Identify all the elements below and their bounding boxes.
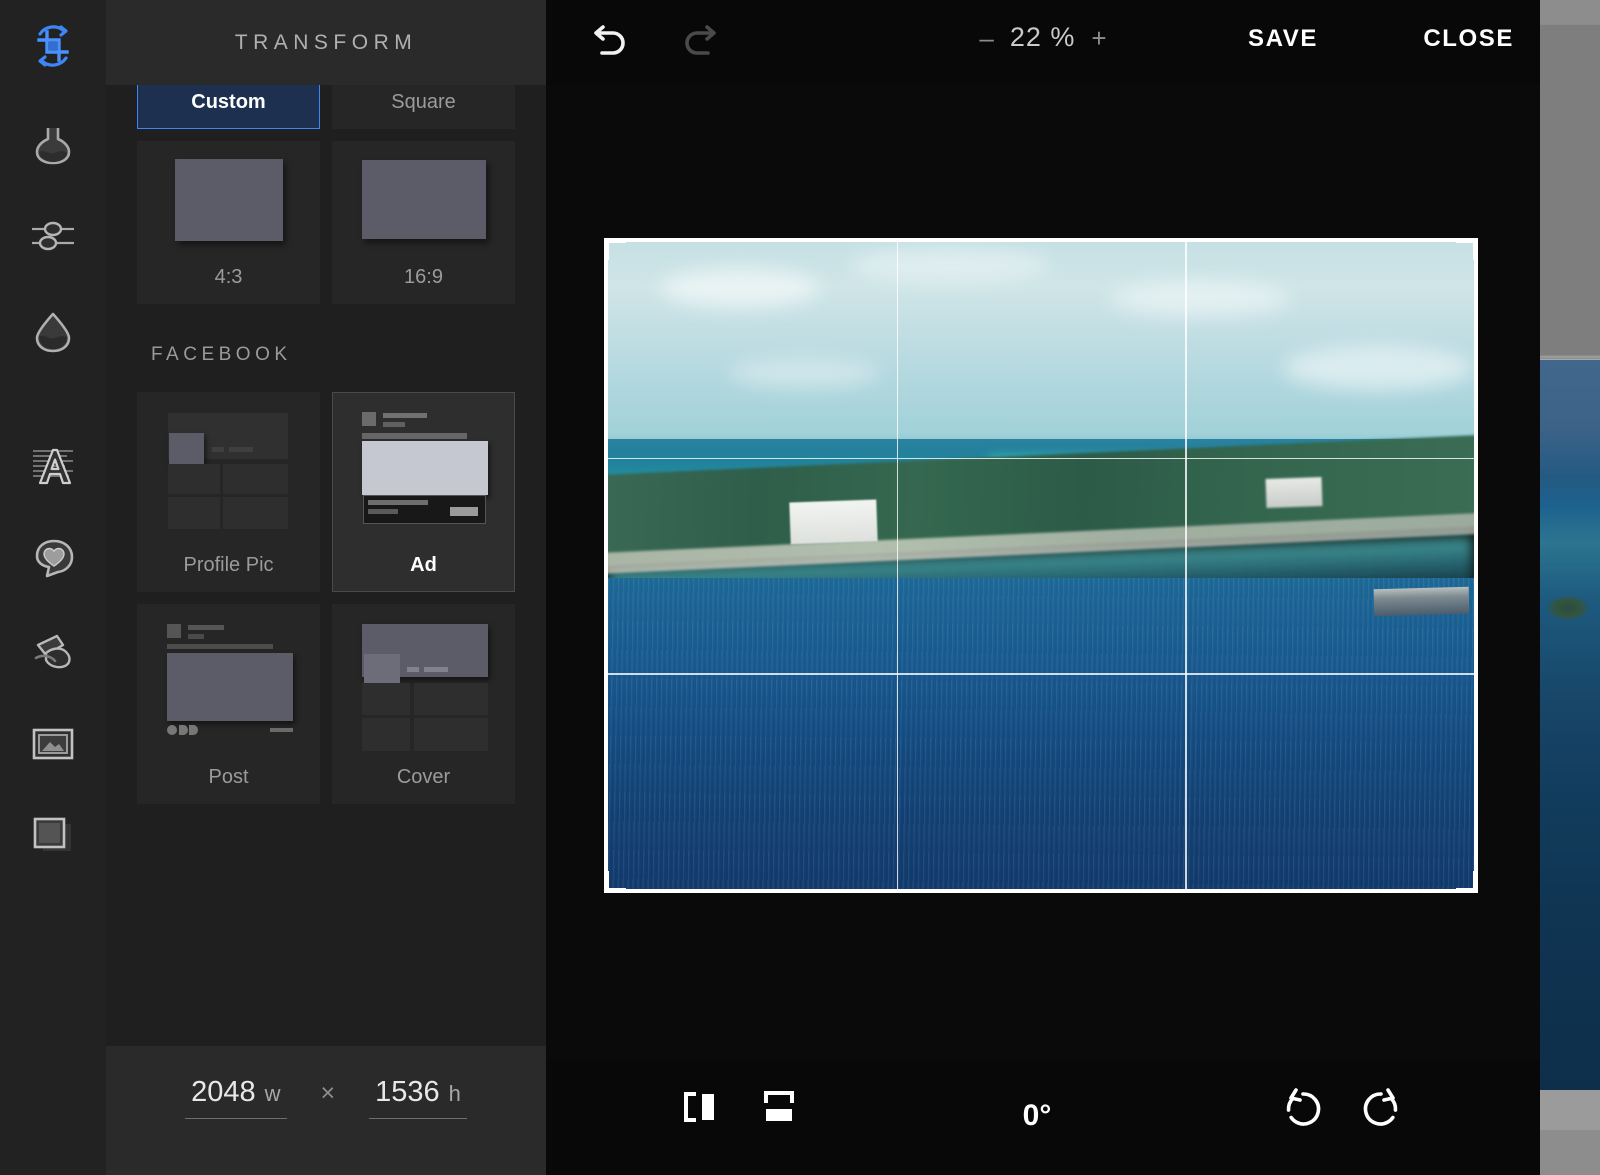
preset-tile-custom[interactable]: Custom [137, 85, 320, 129]
width-value: 2048 [191, 1076, 256, 1108]
save-button[interactable]: SAVE [1248, 25, 1318, 53]
crop-handle-top-left[interactable] [604, 238, 626, 260]
width-input[interactable]: 2048 w [185, 1076, 287, 1119]
tool-rail-item-text[interactable] [0, 420, 106, 512]
flip-vertical-icon [758, 1086, 800, 1133]
crop-handle-bottom-left[interactable] [604, 871, 626, 893]
background-photo-sliver [1540, 360, 1600, 1090]
overlay-square-icon [27, 808, 79, 860]
height-value: 1536 [375, 1076, 440, 1108]
tool-rail-item-effects[interactable] [0, 98, 106, 190]
preset-tile-label: Profile Pic [183, 554, 274, 576]
fb-ad-thumb [333, 393, 514, 545]
zoom-control: – 22 % + [546, 22, 1540, 53]
flip-horizontal-icon [680, 1086, 722, 1133]
preset-tile-ad[interactable]: Ad [332, 392, 515, 592]
zoom-in-button[interactable]: + [1091, 25, 1106, 51]
fb-post-thumb [138, 605, 319, 757]
rotate-counterclockwise-icon [1280, 1086, 1326, 1137]
sticker-heart-icon [27, 532, 79, 584]
preset-tile-16-9[interactable]: 16:9 [332, 141, 515, 304]
bottom-toolbar: 0° [546, 1060, 1540, 1175]
preset-tile-square[interactable]: Square [332, 85, 515, 129]
facebook-section-title: FACEBOOK [151, 344, 292, 365]
height-input[interactable]: 1536 h [369, 1076, 467, 1119]
panel-title: TRANSFORM [234, 30, 418, 54]
background-photo-trees [1540, 588, 1600, 634]
tool-rail-item-color[interactable] [0, 285, 106, 377]
adjustments-sliders-icon [27, 210, 79, 262]
crop-handle-top-right[interactable] [1456, 238, 1478, 260]
preset-tile-label: Custom [191, 91, 266, 113]
tool-rail-item-frame[interactable] [0, 697, 106, 789]
ratio-4-3-thumb [138, 142, 319, 257]
tool-rail-item-adjust[interactable] [0, 190, 106, 282]
tool-rail [0, 0, 106, 1175]
ratio-preset-grid: Custom Square 4:3 16:9 [106, 85, 546, 304]
flip-horizontal-button[interactable] [680, 1086, 722, 1133]
dimension-separator: × [320, 1078, 336, 1107]
rotation-dial[interactable]: 0° [816, 1099, 1236, 1132]
frame-icon [27, 717, 79, 769]
rotate-clockwise-button[interactable] [1358, 1086, 1404, 1137]
transform-panel: TRANSFORM Custom Square 4:3 16:9 FACEBOO… [106, 0, 643, 1175]
preset-list-scroll-area[interactable]: Custom Square 4:3 16:9 FACEBOOK Profile … [106, 85, 546, 1046]
crop-frame[interactable] [604, 238, 1478, 893]
preset-tile-label: Post [208, 766, 249, 788]
rotation-angle-value: 0° [1022, 1099, 1052, 1132]
zoom-out-button[interactable]: – [979, 25, 993, 51]
background-strip [1540, 1090, 1600, 1130]
brush-icon [27, 625, 79, 677]
height-unit-label: h [448, 1081, 461, 1106]
preset-tile-label: 16:9 [404, 266, 443, 288]
editor-overlay: TRANSFORM Custom Square 4:3 16:9 FACEBOO… [0, 0, 1540, 1175]
background-strip [1540, 1130, 1600, 1175]
text-icon [27, 440, 79, 492]
tool-rail-item-overlay[interactable] [0, 788, 106, 880]
width-unit-label: w [264, 1081, 281, 1106]
ratio-16-9-thumb [333, 142, 514, 257]
zoom-level-value: 22 % [1009, 22, 1076, 52]
fb-profile-pic-thumb [138, 393, 319, 545]
preset-tile-label: Cover [396, 766, 451, 788]
top-toolbar: – 22 % + SAVE CLOSE [546, 0, 1540, 85]
facebook-preset-grid: Profile Pic Ad Post Cover [106, 392, 546, 804]
background-strip [1540, 25, 1600, 355]
image-canvas[interactable] [546, 85, 1540, 1060]
crop-transform-icon [27, 20, 79, 72]
preset-tile-label: Square [391, 91, 456, 113]
preset-tile-label: 4:3 [214, 266, 243, 288]
preset-tile-cover[interactable]: Cover [332, 604, 515, 804]
tool-rail-item-stickers[interactable] [0, 512, 106, 604]
panel-header: TRANSFORM [106, 0, 546, 85]
effects-flask-icon [28, 119, 78, 169]
rotate-clockwise-icon [1358, 1086, 1404, 1137]
crop-handle-bottom-right[interactable] [1456, 871, 1478, 893]
preset-tile-profile-pic[interactable]: Profile Pic [137, 392, 320, 592]
tool-rail-item-brush[interactable] [0, 605, 106, 697]
dimension-footer: 2048 w × 1536 h [106, 1046, 546, 1175]
rotate-counterclockwise-button[interactable] [1280, 1086, 1326, 1137]
preset-tile-post[interactable]: Post [137, 604, 320, 804]
photo-editor-window: TRANSFORM Custom Square 4:3 16:9 FACEBOO… [0, 0, 1600, 1175]
fb-cover-thumb [333, 605, 514, 757]
close-button[interactable]: CLOSE [1423, 25, 1514, 53]
color-drop-icon [27, 305, 79, 357]
photo-image [608, 242, 1474, 889]
tool-rail-item-transform[interactable] [0, 0, 106, 92]
preset-tile-label: Ad [410, 554, 437, 576]
flip-vertical-button[interactable] [758, 1086, 800, 1133]
background-strip [1540, 0, 1600, 24]
preset-tile-4-3[interactable]: 4:3 [137, 141, 320, 304]
